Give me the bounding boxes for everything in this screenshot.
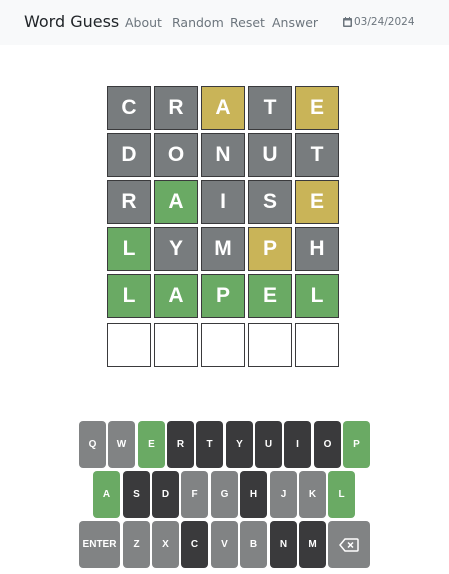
enter-key[interactable]: ENTER <box>79 521 120 568</box>
board-tile: O <box>154 133 198 177</box>
key-r[interactable]: R <box>167 421 194 468</box>
key-e[interactable]: E <box>138 421 165 468</box>
date-display[interactable]: 03/24/2024 <box>343 16 415 28</box>
key-q[interactable]: Q <box>79 421 106 468</box>
nav-answer-link[interactable]: Answer <box>272 15 318 30</box>
board-tile: A <box>154 180 198 224</box>
board-tile: M <box>201 227 245 271</box>
board-tile: P <box>248 227 292 271</box>
board-tile: Y <box>154 227 198 271</box>
board-row: LYMPH <box>107 227 342 271</box>
key-f[interactable]: F <box>181 471 208 518</box>
board-tile: H <box>295 227 339 271</box>
key-j[interactable]: J <box>270 471 297 518</box>
key-z[interactable]: Z <box>123 521 150 568</box>
board-tile: L <box>295 274 339 318</box>
key-x[interactable]: X <box>152 521 179 568</box>
key-l[interactable]: L <box>328 471 355 518</box>
brand-title[interactable]: Word Guess <box>24 12 119 31</box>
key-g[interactable]: G <box>211 471 238 518</box>
backspace-key[interactable] <box>328 521 370 568</box>
key-p[interactable]: P <box>343 421 370 468</box>
nav-about-link[interactable]: About <box>125 15 162 30</box>
board-tile: I <box>201 180 245 224</box>
board-tile <box>201 323 245 367</box>
key-s[interactable]: S <box>123 471 150 518</box>
key-u[interactable]: U <box>255 421 282 468</box>
board-row: LAPEL <box>107 274 342 318</box>
key-i[interactable]: I <box>284 421 311 468</box>
date-text: 03/24/2024 <box>354 16 415 28</box>
board-tile: L <box>107 274 151 318</box>
nav-random-link[interactable]: Random <box>172 15 224 30</box>
board-tile: S <box>248 180 292 224</box>
board-tile <box>248 323 292 367</box>
backspace-icon <box>339 537 359 552</box>
board-tile: L <box>107 227 151 271</box>
key-k[interactable]: K <box>299 471 326 518</box>
calendar-icon <box>343 17 352 27</box>
key-t[interactable]: T <box>196 421 223 468</box>
board-tile: E <box>295 86 339 130</box>
board-row: CRATE <box>107 86 342 130</box>
board-tile: A <box>154 274 198 318</box>
navbar: Word Guess About Random Reset Answer 03/… <box>0 0 449 45</box>
board-row: DONUT <box>107 133 342 177</box>
nav-reset-link[interactable]: Reset <box>230 15 265 30</box>
board-tile: U <box>248 133 292 177</box>
key-h[interactable]: H <box>240 471 267 518</box>
board-tile: A <box>201 86 245 130</box>
board-row <box>107 323 342 367</box>
key-w[interactable]: W <box>108 421 135 468</box>
key-d[interactable]: D <box>152 471 179 518</box>
board-tile <box>295 323 339 367</box>
key-a[interactable]: A <box>93 471 120 518</box>
key-v[interactable]: V <box>211 521 238 568</box>
key-m[interactable]: M <box>299 521 326 568</box>
board-tile: R <box>154 86 198 130</box>
board-tile: E <box>295 180 339 224</box>
key-y[interactable]: Y <box>226 421 253 468</box>
board-row: RAISE <box>107 180 342 224</box>
board-tile: E <box>248 274 292 318</box>
board-tile <box>154 323 198 367</box>
board-tile <box>107 323 151 367</box>
board-tile: R <box>107 180 151 224</box>
key-b[interactable]: B <box>240 521 267 568</box>
board-tile: N <box>201 133 245 177</box>
board-tile: T <box>248 86 292 130</box>
key-o[interactable]: O <box>314 421 341 468</box>
key-c[interactable]: C <box>181 521 208 568</box>
board-tile: C <box>107 86 151 130</box>
board-tile: P <box>201 274 245 318</box>
key-n[interactable]: N <box>270 521 297 568</box>
board-tile: D <box>107 133 151 177</box>
board-tile: T <box>295 133 339 177</box>
